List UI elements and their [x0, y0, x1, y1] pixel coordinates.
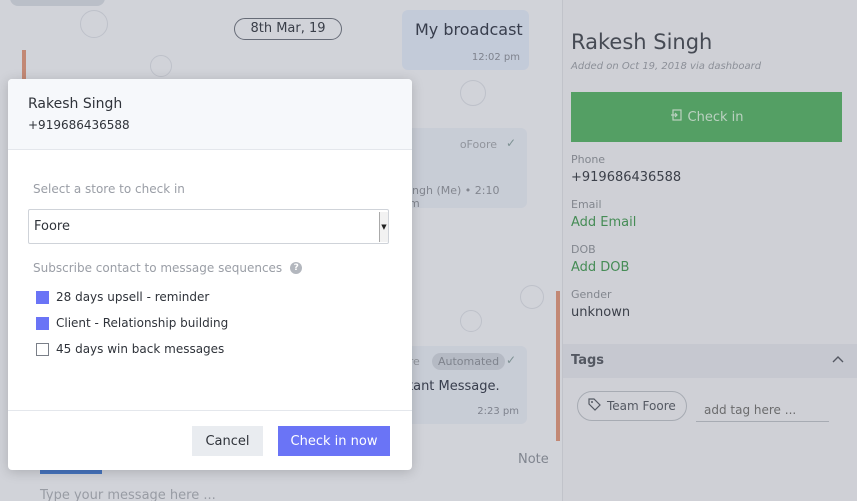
subscribe-sequences-label: Subscribe contact to message sequences ? — [33, 261, 303, 275]
store-select[interactable]: Foore ▼ — [28, 209, 389, 244]
modal-contact-phone: +919686436588 — [28, 118, 130, 132]
modal-header: Rakesh Singh +919686436588 — [8, 79, 412, 150]
sequence-option[interactable]: Client - Relationship building — [36, 316, 228, 330]
cancel-button[interactable]: Cancel — [192, 426, 263, 456]
sequence-option[interactable]: 45 days win back messages — [36, 342, 224, 356]
sequence-label: 45 days win back messages — [56, 342, 225, 356]
sequence-checkbox[interactable] — [36, 290, 49, 304]
store-select-value: Foore — [34, 219, 70, 234]
sequence-label: 28 days upsell - reminder — [56, 290, 210, 304]
sequence-label: Client - Relationship building — [56, 316, 229, 330]
dropdown-arrow-icon[interactable]: ▼ — [379, 212, 388, 242]
check-in-modal: Rakesh Singh +919686436588 Select a stor… — [8, 79, 412, 470]
sequence-checkbox[interactable] — [36, 316, 49, 330]
modal-contact-name: Rakesh Singh — [28, 96, 123, 112]
check-in-now-button[interactable]: Check in now — [278, 426, 390, 456]
sequence-checkbox[interactable] — [36, 342, 49, 356]
help-icon[interactable]: ? — [290, 262, 303, 274]
sequence-option[interactable]: 28 days upsell - reminder — [36, 290, 209, 304]
store-select-label: Select a store to check in — [33, 182, 185, 196]
subscribe-label-text: Subscribe contact to message sequences — [33, 261, 283, 275]
modal-footer-divider — [8, 410, 412, 411]
